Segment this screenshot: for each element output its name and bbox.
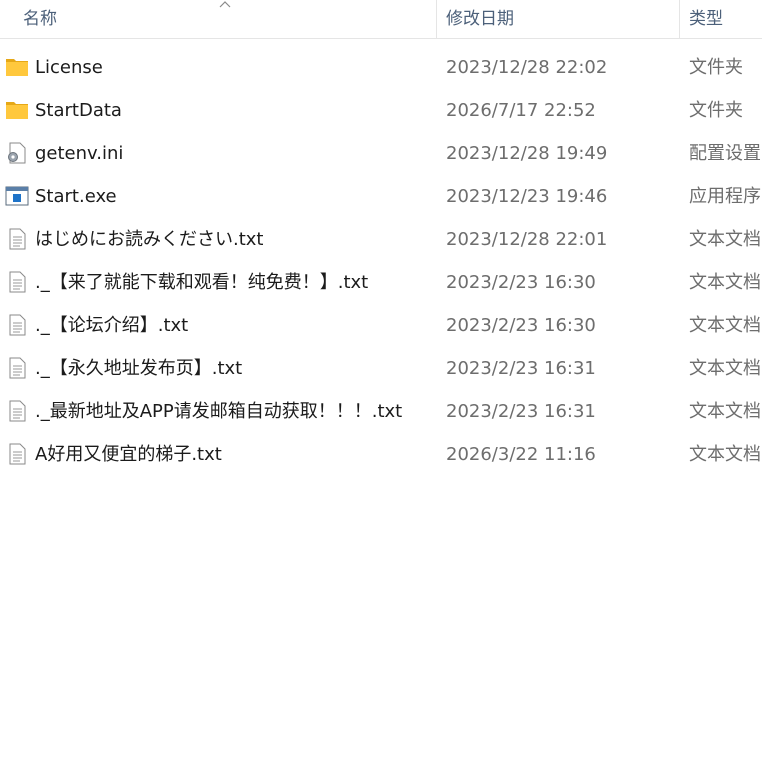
column-header-name[interactable]: 名称: [23, 0, 57, 38]
file-date-modified: 2023/12/28 19:49: [446, 143, 608, 164]
file-name[interactable]: License: [35, 46, 103, 89]
file-row[interactable]: ._最新地址及APP请发邮箱自动获取！！！.txt 2023/2/23 16:31…: [0, 390, 762, 433]
file-date-modified: 2023/12/28 22:02: [446, 57, 608, 78]
file-row[interactable]: ._【永久地址发布页】.txt 2023/2/23 16:31 文本文档: [0, 347, 762, 390]
file-name[interactable]: StartData: [35, 89, 122, 132]
file-name[interactable]: Start.exe: [35, 175, 117, 218]
file-date-modified: 2026/7/17 22:52: [446, 100, 596, 121]
column-divider[interactable]: [679, 0, 680, 38]
config-file-icon: [5, 142, 29, 164]
file-type: 文本文档: [689, 358, 761, 379]
text-file-icon: [5, 443, 29, 465]
file-type: 文本文档: [689, 315, 761, 336]
text-file-icon: [5, 228, 29, 250]
file-date-modified: 2023/2/23 16:31: [446, 358, 596, 379]
text-file-icon: [5, 400, 29, 422]
folder-icon: [5, 56, 29, 78]
file-row[interactable]: ._【来了就能下载和观看！纯免费！】.txt 2023/2/23 16:30 文本文…: [0, 261, 762, 304]
file-type: 应用程序: [689, 186, 761, 207]
column-header-date-modified[interactable]: 修改日期: [446, 0, 514, 38]
file-type: 文本文档: [689, 229, 761, 250]
file-date-modified: 2023/2/23 16:31: [446, 401, 596, 422]
file-row[interactable]: License 2023/12/28 22:02 文件夹: [0, 46, 762, 89]
file-type: 文本文档: [689, 444, 761, 465]
sort-ascending-icon[interactable]: [219, 0, 231, 8]
text-file-icon: [5, 314, 29, 336]
file-row[interactable]: Start.exe 2023/12/23 19:46 应用程序: [0, 175, 762, 218]
file-row[interactable]: はじめにお読みください.txt 2023/12/28 22:01 文本文档: [0, 218, 762, 261]
application-icon: [5, 185, 29, 207]
text-file-icon: [5, 271, 29, 293]
file-type: 文本文档: [689, 272, 761, 293]
file-name[interactable]: はじめにお読みください.txt: [35, 218, 264, 261]
file-date-modified: 2023/2/23 16:30: [446, 272, 596, 293]
file-type: 配置设置: [689, 143, 761, 164]
file-row[interactable]: getenv.ini 2023/12/28 19:49 配置设置: [0, 132, 762, 175]
file-date-modified: 2023/12/23 19:46: [446, 186, 608, 207]
column-header-type[interactable]: 类型: [689, 0, 723, 38]
file-row[interactable]: A好用又便宜的梯子.txt 2026/3/22 11:16 文本文档: [0, 433, 762, 476]
file-row[interactable]: ._【论坛介绍】.txt 2023/2/23 16:30 文本文档: [0, 304, 762, 347]
text-file-icon: [5, 357, 29, 379]
file-list: License 2023/12/28 22:02 文件夹 StartData 2026/…: [0, 46, 762, 476]
file-name[interactable]: ._【论坛介绍】.txt: [35, 304, 188, 347]
column-divider[interactable]: [436, 0, 437, 38]
file-date-modified: 2026/3/22 11:16: [446, 444, 596, 465]
file-type: 文件夹: [689, 57, 743, 78]
folder-icon: [5, 99, 29, 121]
file-date-modified: 2023/12/28 22:01: [446, 229, 608, 250]
file-name[interactable]: getenv.ini: [35, 132, 123, 175]
file-name[interactable]: ._【来了就能下载和观看！纯免费！】.txt: [35, 261, 368, 304]
file-row[interactable]: StartData 2026/7/17 22:52 文件夹: [0, 89, 762, 132]
file-date-modified: 2023/2/23 16:30: [446, 315, 596, 336]
file-type: 文本文档: [689, 401, 761, 422]
column-header-bar: 名称 修改日期 类型: [0, 0, 762, 39]
file-name[interactable]: A好用又便宜的梯子.txt: [35, 433, 222, 476]
file-name[interactable]: ._【永久地址发布页】.txt: [35, 347, 242, 390]
file-type: 文件夹: [689, 100, 743, 121]
file-name[interactable]: ._最新地址及APP请发邮箱自动获取！！！.txt: [35, 390, 402, 433]
